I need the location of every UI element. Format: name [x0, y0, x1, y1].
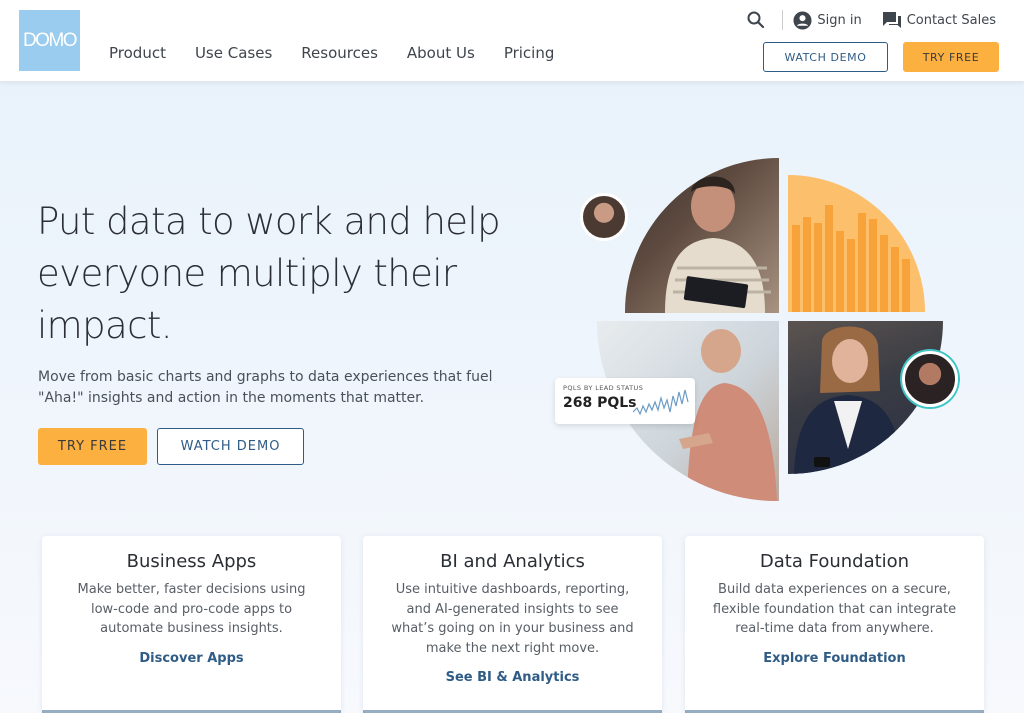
nav-product[interactable]: Product — [109, 44, 166, 62]
card-title: Data Foundation — [759, 551, 910, 572]
pql-stat-card: PQLS BY LEAD STATUS 268 PQLs — [555, 378, 695, 424]
card-bi-analytics: BI and Analytics Use intuitive dashboard… — [363, 536, 662, 713]
sign-in-link[interactable]: Sign in — [793, 10, 862, 30]
avatar-woman-2 — [902, 351, 958, 407]
domo-logo[interactable]: DOMO — [19, 10, 80, 71]
avatar-woman-1 — [580, 193, 628, 241]
nav-pricing[interactable]: Pricing — [504, 44, 555, 62]
chat-icon — [882, 12, 901, 28]
site-header: DOMO Product Use Cases Resources About U… — [0, 0, 1024, 82]
search-icon[interactable] — [746, 10, 766, 30]
discover-apps-link[interactable]: Discover Apps — [42, 651, 341, 666]
hero-subtitle: Move from basic charts and graphs to dat… — [38, 369, 493, 406]
utility-bar: Sign in Contact Sales — [746, 9, 996, 31]
see-bi-analytics-link[interactable]: See BI & Analytics — [363, 670, 662, 685]
photo-man-with-tablet — [625, 158, 779, 313]
card-data-foundation: Data Foundation Build data experiences o… — [685, 536, 984, 713]
explore-foundation-link[interactable]: Explore Foundation — [685, 651, 984, 666]
try-free-button-header[interactable]: TRY FREE — [903, 42, 999, 72]
try-free-button[interactable]: TRY FREE — [38, 428, 147, 465]
watch-demo-button[interactable]: WATCH DEMO — [157, 428, 304, 465]
card-text: Build data experiences on a secure, flex… — [712, 582, 957, 636]
user-icon — [793, 10, 812, 30]
orange-bar-graphic — [788, 175, 925, 312]
sparkline-graphic — [633, 389, 689, 416]
hero-image-collage: PQLS BY LEAD STATUS 268 PQLs — [555, 155, 975, 505]
card-title: BI and Analytics — [440, 551, 585, 572]
divider — [782, 10, 784, 30]
watch-demo-button-header[interactable]: WATCH DEMO — [763, 42, 888, 72]
card-text: Use intuitive dashboards, reporting, and… — [391, 582, 634, 656]
card-text: Make better, faster decisions using low-… — [77, 582, 306, 636]
contact-sales-link[interactable]: Contact Sales — [882, 11, 996, 29]
nav-about-us[interactable]: About Us — [407, 44, 475, 62]
card-business-apps: Business Apps Make better, faster decisi… — [42, 536, 341, 713]
main-nav: Product Use Cases Resources About Us Pri… — [109, 44, 583, 62]
nav-resources[interactable]: Resources — [301, 44, 378, 62]
card-title: Business Apps — [126, 551, 257, 572]
hero-title: Put data to work and help everyone multi… — [37, 200, 501, 347]
nav-use-cases[interactable]: Use Cases — [195, 44, 272, 62]
